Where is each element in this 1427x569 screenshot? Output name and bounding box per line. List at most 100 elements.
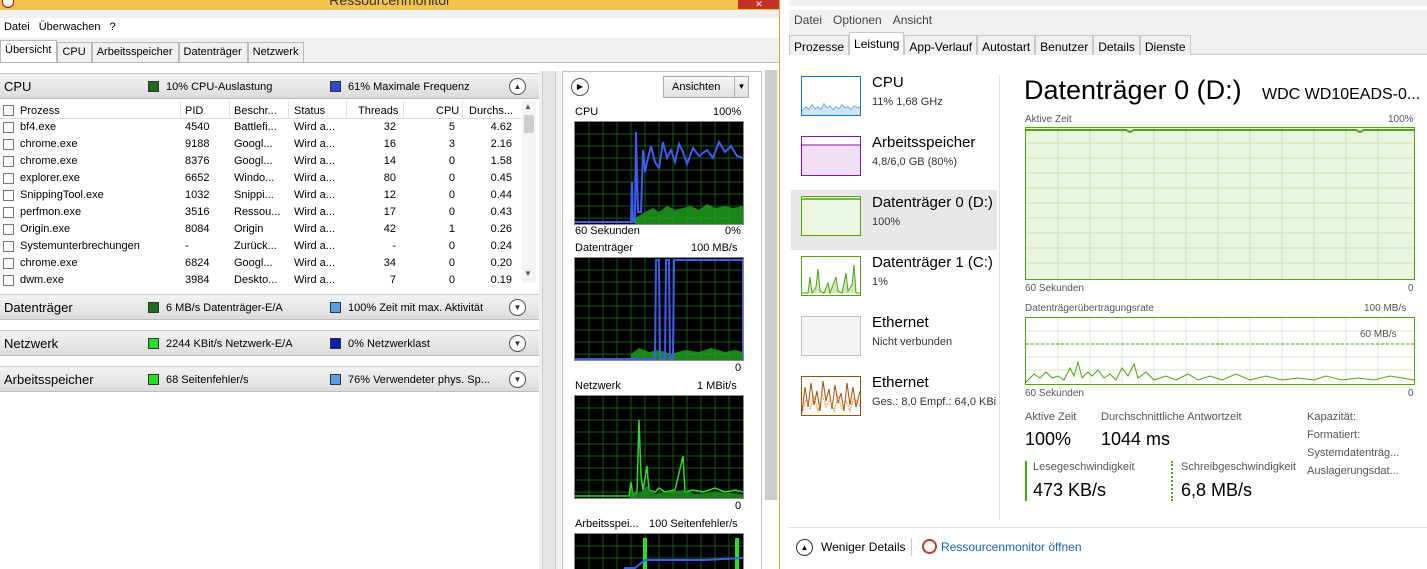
cell-status: Wird a... bbox=[294, 189, 335, 201]
row-checkbox[interactable] bbox=[3, 190, 14, 201]
chevron-up-icon[interactable]: ▲ bbox=[509, 78, 526, 95]
views-label: Ansichten bbox=[672, 81, 721, 93]
sidebar-item-memory[interactable]: Arbeitsspeicher 4,8/6,0 GB (80%) bbox=[791, 130, 997, 190]
tab-leistung[interactable]: Leistung bbox=[849, 32, 905, 55]
transfer-rate-chart-max: 100 MB/s bbox=[1364, 303, 1407, 314]
tab-arbeitsspeicher[interactable]: Arbeitsspeicher bbox=[91, 42, 179, 62]
col-threads[interactable]: Threads bbox=[358, 105, 398, 117]
sidebar-item-disk-0[interactable]: Datenträger 0 (D:) 100% bbox=[791, 190, 997, 250]
scroll-thumb[interactable] bbox=[765, 70, 777, 500]
chevron-down-icon[interactable]: ▼ bbox=[509, 299, 526, 316]
cell-process: bf4.exe bbox=[20, 121, 57, 133]
tab-uebersicht[interactable]: Übersicht bbox=[0, 40, 58, 62]
table-row[interactable]: SnippingTool.exe 1032 Snippi... Wird a... 12… bbox=[0, 187, 522, 204]
tab-benutzer[interactable]: Benutzer bbox=[1035, 35, 1094, 55]
page-title: Datenträger 0 (D:) bbox=[1024, 75, 1242, 105]
sidebar-item-ethernet-2[interactable]: Ethernet Ges.: 8,0 Empf.: 64,0 KBi bbox=[791, 370, 997, 430]
cell-average: 0.45 bbox=[490, 172, 512, 184]
row-checkbox[interactable] bbox=[3, 156, 14, 167]
row-checkbox[interactable] bbox=[3, 258, 14, 269]
memory-section-header[interactable]: Arbeitsspeicher 68 Seitenfehler/s 76% Ve… bbox=[0, 366, 539, 392]
cell-average: 0.19 bbox=[490, 274, 512, 286]
menu-datei[interactable]: Datei bbox=[789, 10, 828, 32]
ethernet2-thumbnail bbox=[801, 376, 861, 416]
disk-section-header[interactable]: Datenträger 6 MB/s Datenträger-E/A 100% … bbox=[0, 294, 539, 320]
response-time-label: Durchschnittliche Antwortzeit bbox=[1101, 411, 1242, 423]
scroll-up-icon[interactable]: ▲ bbox=[524, 102, 532, 111]
cell-status: Wird a... bbox=[294, 223, 335, 235]
sidebar-item-disk-1[interactable]: Datenträger 1 (C:) 1% bbox=[791, 250, 997, 310]
row-checkbox[interactable] bbox=[3, 241, 14, 252]
menu-help[interactable]: ? bbox=[105, 18, 120, 38]
chevron-down-icon[interactable]: ▼ bbox=[509, 335, 526, 352]
cell-cpu: 0 bbox=[448, 257, 455, 269]
row-checkbox[interactable] bbox=[3, 139, 14, 150]
sidebar-item-sub: 1% bbox=[872, 276, 888, 288]
chevron-right-icon[interactable]: ▶ bbox=[571, 78, 589, 96]
cell-status: Wird a... bbox=[294, 206, 335, 218]
task-manager-window: Datei Optionen Ansicht Prozesse Leistung… bbox=[789, 0, 1427, 569]
table-row[interactable]: Systemunterbrechungen - Zurück... Wird a...… bbox=[0, 238, 522, 255]
table-row[interactable]: explorer.exe 6652 Windo... Wird a... 80 0 0.45 bbox=[0, 170, 522, 187]
tab-dienste[interactable]: Dienste bbox=[1139, 35, 1191, 55]
scroll-down-icon[interactable]: ▼ bbox=[524, 269, 532, 278]
table-row[interactable]: dwm.exe 3984 Deskto... Wird a... 7 0 0.19 bbox=[0, 272, 522, 289]
table-row[interactable]: bf4.exe 4540 Battlefi... Wird a... 32 5 4.62 bbox=[0, 119, 522, 136]
chevron-down-icon[interactable]: ▼ bbox=[734, 77, 748, 97]
graph-cpu-max: 100% bbox=[713, 106, 742, 118]
table-row[interactable]: chrome.exe 6824 Googl... Wird a... 34 0 0.20 bbox=[0, 255, 522, 272]
sidebar-item-ethernet-1[interactable]: Ethernet Nicht verbunden bbox=[791, 310, 997, 370]
tab-prozesse[interactable]: Prozesse bbox=[789, 35, 850, 55]
row-checkbox[interactable] bbox=[3, 122, 14, 133]
overview-panel: CPU 10% CPU-Auslastung 61% Maximale Freq… bbox=[0, 62, 779, 569]
col-status[interactable]: Status bbox=[294, 105, 325, 117]
prop-capacity: Kapazität: bbox=[1307, 411, 1356, 423]
tab-app-verlauf[interactable]: App-Verlauf bbox=[904, 35, 978, 55]
tab-datentraeger[interactable]: Datenträger bbox=[178, 42, 248, 62]
menu-ansicht[interactable]: Ansicht bbox=[888, 10, 938, 32]
tab-netzwerk[interactable]: Netzwerk bbox=[247, 42, 305, 62]
cell-cpu: 0 bbox=[448, 189, 455, 201]
chevron-down-icon[interactable]: ▼ bbox=[509, 371, 526, 388]
close-button[interactable]: ✕ bbox=[738, 0, 779, 9]
cell-process: Origin.exe bbox=[20, 223, 71, 235]
tab-autostart[interactable]: Autostart bbox=[977, 35, 1036, 55]
table-row[interactable]: chrome.exe 9188 Googl... Wird a... 16 3 2.16 bbox=[0, 136, 522, 153]
open-resource-monitor-link[interactable]: Ressourcenmonitor öffnen bbox=[941, 540, 1082, 554]
panel-splitter[interactable] bbox=[539, 71, 561, 569]
row-checkbox[interactable] bbox=[3, 224, 14, 235]
network-section-header[interactable]: Netzwerk 2244 KBit/s Netzwerk-E/A 0% Net… bbox=[0, 330, 539, 356]
tab-details[interactable]: Details bbox=[1093, 35, 1140, 55]
menu-ueberwachen[interactable]: Überwachen bbox=[35, 18, 106, 38]
cpu-section-header[interactable]: CPU 10% CPU-Auslastung 61% Maximale Freq… bbox=[0, 73, 539, 99]
views-dropdown[interactable]: Ansichten ▼ bbox=[663, 76, 749, 98]
col-cpu[interactable]: CPU bbox=[436, 105, 459, 117]
disk0-thumbnail bbox=[801, 196, 861, 236]
select-all-checkbox[interactable] bbox=[3, 105, 14, 116]
tab-cpu[interactable]: CPU bbox=[57, 42, 92, 62]
col-prozess[interactable]: Prozess bbox=[20, 105, 60, 117]
col-beschreibung[interactable]: Beschr... bbox=[234, 105, 277, 117]
cell-description: Snippi... bbox=[234, 189, 274, 201]
fewer-details-button[interactable]: Weniger Details bbox=[821, 540, 905, 554]
row-checkbox[interactable] bbox=[3, 275, 14, 286]
cell-process: chrome.exe bbox=[20, 257, 78, 269]
menu-optionen[interactable]: Optionen bbox=[828, 10, 888, 32]
table-row[interactable]: perfmon.exe 3516 Ressou... Wird a... 17 0 0.43 bbox=[0, 204, 522, 221]
row-checkbox[interactable] bbox=[3, 173, 14, 184]
chart-time-label: 60 Sekunden bbox=[1025, 388, 1084, 399]
col-durchschnitt[interactable]: Durchs... bbox=[469, 105, 513, 117]
cell-pid: 3984 bbox=[185, 274, 210, 286]
table-row[interactable]: Origin.exe 8084 Origin Wird a... 42 1 0.26 bbox=[0, 221, 522, 238]
chevron-up-icon[interactable]: ▲ bbox=[796, 539, 813, 556]
menu-datei[interactable]: Datei bbox=[0, 18, 35, 38]
write-speed-value: 6,8 MB/s bbox=[1181, 480, 1253, 500]
sidebar-item-name: Ethernet bbox=[872, 374, 929, 391]
row-checkbox[interactable] bbox=[3, 207, 14, 218]
table-row[interactable]: chrome.exe 8376 Googl... Wird a... 14 0 1.58 bbox=[0, 153, 522, 170]
table-scrollbar[interactable]: ▲ ▼ bbox=[522, 101, 536, 283]
col-pid[interactable]: PID bbox=[185, 105, 203, 117]
sidebar-item-cpu[interactable]: CPU 11% 1,68 GHz bbox=[791, 70, 997, 130]
window-scrollbar[interactable] bbox=[764, 70, 778, 500]
scroll-thumb[interactable] bbox=[524, 115, 534, 133]
